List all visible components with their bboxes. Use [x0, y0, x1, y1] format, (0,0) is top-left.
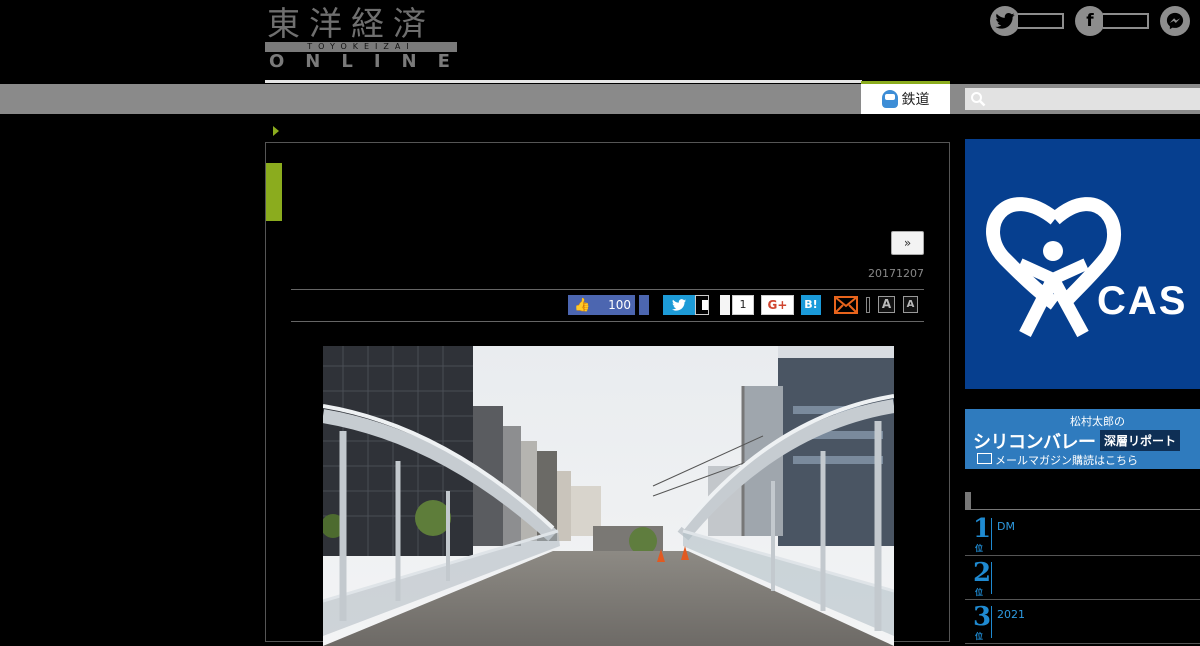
- search-icon: [971, 92, 986, 107]
- ranking-number: 1位: [973, 514, 992, 553]
- next-page-button[interactable]: »: [891, 231, 924, 255]
- ad-headline: シリコンバレー: [973, 432, 1096, 453]
- search-input[interactable]: [965, 88, 1200, 110]
- casa-logo-icon: [986, 197, 1122, 338]
- nav-tab-label: 鉄道: [901, 92, 930, 108]
- ranking-divider: [991, 606, 992, 638]
- ranking-item[interactable]: 3位 2021: [965, 600, 1200, 644]
- tweet-button[interactable]: [663, 295, 695, 315]
- envelope-icon: [977, 453, 992, 464]
- casa-text: CAS: [1097, 279, 1188, 323]
- facebook-like-count: 100: [608, 298, 631, 312]
- ad-tag: 深層リポート: [1100, 430, 1181, 451]
- thumbs-up-icon: 👍: [574, 298, 591, 313]
- ad-cta: メールマガジン購読はこちら: [995, 454, 1138, 467]
- ranking-item[interactable]: 2位: [965, 556, 1200, 600]
- ranking-number: 3位: [973, 602, 992, 641]
- pocket-count: 1: [732, 295, 754, 315]
- ranking-divider: [991, 518, 992, 550]
- share-top-divider: [291, 289, 924, 290]
- ranking-number: 2位: [973, 558, 992, 597]
- silicon-valley-newsletter-ad[interactable]: 松村太郎の シリコンバレー 深層リポート メールマガジン購読はこちら: [965, 409, 1200, 469]
- ranking-item[interactable]: 1位 DM: [965, 512, 1200, 556]
- ranking-title[interactable]: 2021: [997, 608, 1025, 621]
- ad-author-line: 松村太郎の: [1070, 415, 1125, 428]
- google-plus-button[interactable]: G+: [761, 295, 794, 315]
- font-size-large-button[interactable]: A: [878, 296, 895, 313]
- ranking-title[interactable]: DM: [997, 520, 1015, 533]
- hatena-bookmark-button[interactable]: B!: [801, 295, 821, 315]
- twitter-icon: [990, 6, 1020, 36]
- font-size-small-button[interactable]: A: [903, 296, 918, 313]
- twitter-count-pill: [1018, 13, 1064, 29]
- ranking-divider: [991, 562, 992, 594]
- facebook-icon: f: [1075, 6, 1105, 36]
- article-date: 20171207: [868, 267, 924, 280]
- header-rule: [265, 80, 862, 83]
- nav-tab-railway[interactable]: 鉄道: [861, 81, 950, 114]
- article-photo: [323, 346, 894, 646]
- breadcrumb-arrow-icon: [273, 126, 279, 136]
- ranking-header-mark: [965, 492, 971, 510]
- title-accent-bar: [266, 163, 282, 221]
- casa-banner-ad[interactable]: CAS: [965, 139, 1200, 389]
- twitter-bird-icon: [672, 299, 686, 311]
- facebook-share-tail[interactable]: [639, 295, 649, 315]
- facebook-count-pill: [1103, 13, 1149, 29]
- ranking-header: [965, 490, 1200, 510]
- logo-online: ONLINE: [269, 51, 471, 72]
- site-logo[interactable]: 東洋経済 TOYOKEIZAI ONLINE: [265, 6, 460, 72]
- pocket-button[interactable]: [720, 295, 730, 315]
- print-button[interactable]: [866, 297, 870, 313]
- tweet-count-box: [695, 295, 709, 315]
- article-card: » 20171207 👍 100 1 G+ B! A A: [265, 142, 950, 646]
- messenger-icon: [1160, 6, 1190, 36]
- facebook-like-button[interactable]: 👍 100: [568, 295, 635, 315]
- mail-icon[interactable]: [834, 296, 858, 314]
- logo-kanji: 東洋経済: [267, 4, 435, 43]
- share-bottom-divider: [291, 321, 924, 322]
- train-icon: [881, 90, 898, 108]
